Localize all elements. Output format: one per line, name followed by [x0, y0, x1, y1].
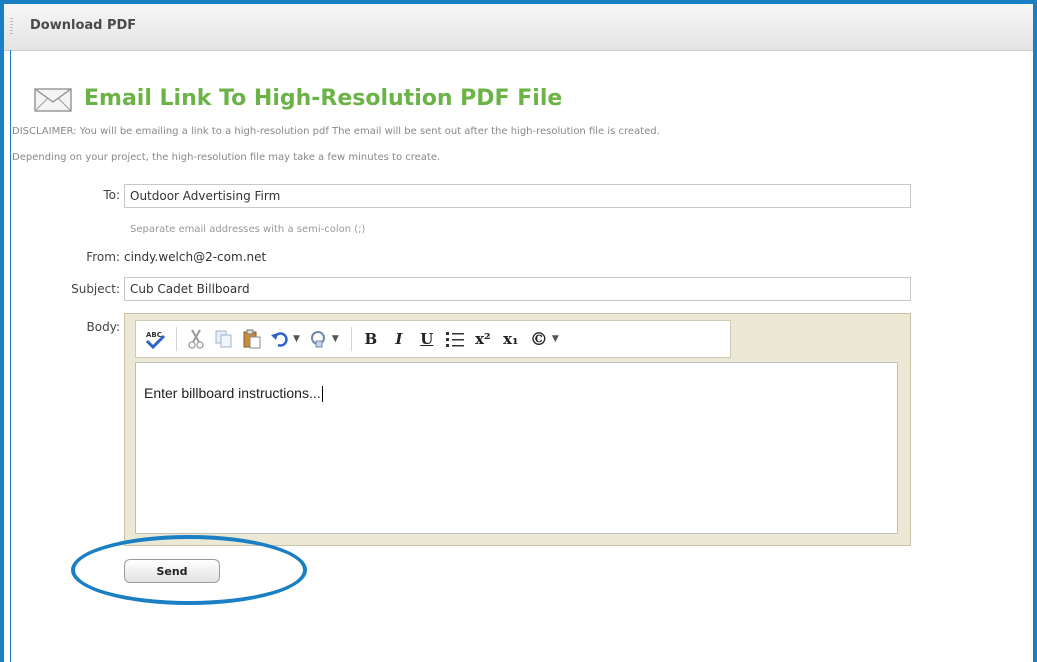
bold-button[interactable]: B — [358, 326, 384, 352]
disclaimer-line-1: DISCLAIMER: You will be emailing a link … — [12, 126, 660, 137]
svg-text:ABC: ABC — [146, 331, 162, 339]
body-text-area[interactable]: Enter billboard instructions... — [135, 362, 898, 534]
title-bar: Download PDF — [4, 4, 1033, 51]
to-hint: Separate email addresses with a semi-col… — [130, 224, 366, 235]
body-label: Body: — [86, 320, 120, 334]
drag-grip-icon[interactable] — [10, 18, 13, 36]
disclaimer-line-2: Depending on your project, the high-reso… — [12, 152, 441, 163]
from-label: From: — [86, 250, 120, 264]
rich-text-editor: ABC ▼ ▼ B I U x² x₁ © ▼ Enter billboard … — [124, 313, 911, 546]
subject-field[interactable] — [124, 277, 911, 301]
chevron-down-icon[interactable]: ▼ — [293, 334, 300, 344]
chevron-down-icon[interactable]: ▼ — [552, 334, 559, 344]
spellcheck-icon[interactable]: ABC — [142, 326, 168, 352]
editor-toolbar: ABC ▼ ▼ B I U x² x₁ © ▼ — [135, 320, 731, 358]
superscript-button[interactable]: x² — [470, 326, 496, 352]
send-button[interactable]: Send — [124, 559, 220, 583]
paste-icon[interactable] — [239, 326, 265, 352]
subscript-button[interactable]: x₁ — [498, 326, 524, 352]
insert-link-icon[interactable] — [306, 326, 332, 352]
envelope-icon — [34, 88, 72, 112]
toolbar-separator — [176, 327, 177, 351]
from-value: cindy.welch@2-com.net — [124, 250, 267, 264]
page-title: Email Link To High-Resolution PDF File — [84, 86, 563, 111]
content-border — [10, 50, 11, 662]
to-field[interactable] — [124, 184, 911, 208]
bullet-list-icon[interactable] — [442, 326, 468, 352]
undo-icon[interactable] — [267, 326, 293, 352]
cut-icon[interactable] — [183, 326, 209, 352]
window-title: Download PDF — [30, 18, 137, 33]
text-cursor — [321, 386, 323, 403]
to-label: To: — [103, 188, 120, 202]
body-text: Enter billboard instructions... — [144, 385, 321, 401]
italic-button[interactable]: I — [386, 326, 412, 352]
underline-button[interactable]: U — [414, 326, 440, 352]
toolbar-separator — [350, 327, 352, 351]
subject-label: Subject: — [71, 282, 120, 296]
chevron-down-icon[interactable]: ▼ — [332, 334, 339, 344]
copy-icon[interactable] — [211, 326, 237, 352]
copyright-symbol-button[interactable]: © — [526, 326, 552, 352]
